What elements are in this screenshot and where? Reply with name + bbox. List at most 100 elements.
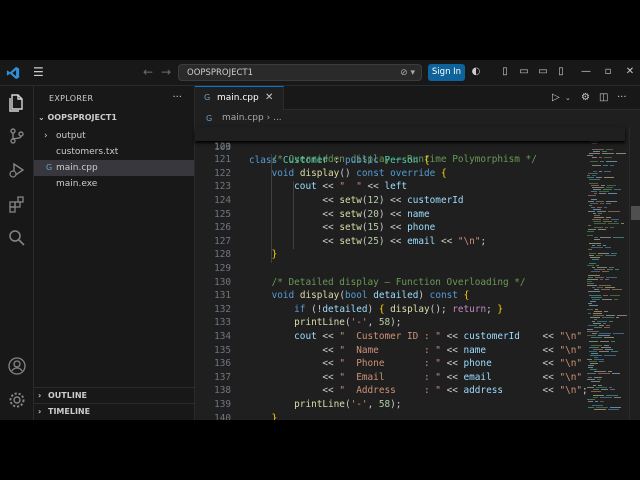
split-editor-icon[interactable]: ◫ xyxy=(599,92,608,103)
code-line: 127 << setw(25) << email << "\n"; xyxy=(195,235,580,249)
minimap-line xyxy=(590,257,600,258)
minimap-line xyxy=(587,235,593,236)
run-debug-icon[interactable] xyxy=(7,160,27,180)
scrollbar-thumb[interactable] xyxy=(631,206,640,220)
minimap-line xyxy=(594,371,606,372)
minimap[interactable] xyxy=(585,127,629,420)
toggle-sidebar-icon[interactable]: ▯ xyxy=(499,66,511,78)
code-text: << setw(15) << phone xyxy=(249,222,436,234)
minimap-line xyxy=(606,315,615,316)
minimap-line xyxy=(591,345,602,346)
minimap-line xyxy=(601,389,608,390)
minimap-line xyxy=(589,263,596,264)
minimap-line xyxy=(602,151,607,152)
minimap-line xyxy=(610,407,621,408)
run-dropdown-icon[interactable]: ⌄ xyxy=(565,94,571,102)
more-icon[interactable]: ··· xyxy=(617,92,627,103)
minimap-line xyxy=(588,195,596,196)
tree-item-output[interactable]: › output xyxy=(34,128,194,144)
minimap-line xyxy=(594,215,600,216)
maximize-icon[interactable]: ▫ xyxy=(602,66,614,78)
minimap-line xyxy=(592,149,604,150)
code-line: 134 cout << " Customer ID : " << custome… xyxy=(195,330,583,344)
minimap-line xyxy=(590,301,596,302)
tree-item-customers-txt[interactable]: customers.txt xyxy=(34,144,194,160)
minimap-line xyxy=(587,335,596,336)
source-control-icon[interactable] xyxy=(7,126,27,146)
minimap-line xyxy=(589,243,601,244)
code-line: 135 << " Name : " << name << "\n" xyxy=(195,344,582,358)
minimap-line xyxy=(603,221,612,222)
minimap-line xyxy=(599,361,604,362)
code-text: if (!detailed) { display(); return; } xyxy=(294,303,504,315)
close-tab-icon[interactable]: ✕ xyxy=(265,92,273,103)
minimap-line xyxy=(587,175,590,176)
minimap-line xyxy=(593,323,601,324)
settings-icon[interactable]: ⚙ xyxy=(581,92,590,103)
account-icon[interactable] xyxy=(7,356,27,376)
run-icon[interactable]: ▷ xyxy=(552,92,560,103)
code-text: void display() const override { xyxy=(271,167,447,179)
minimap-line xyxy=(592,321,595,322)
minimap-line xyxy=(594,223,606,224)
more-actions-icon[interactable]: ··· xyxy=(172,92,182,103)
sign-in-button[interactable]: Sign In xyxy=(428,64,465,81)
outline-label: OUTLINE xyxy=(48,391,87,400)
project-folder[interactable]: ⌄ OOPSPROJECT1 xyxy=(38,113,117,122)
line-number: 130 xyxy=(214,276,231,288)
explorer-icon[interactable] xyxy=(7,92,27,112)
code-editor[interactable]: 103 class Customer : public Person { 120… xyxy=(195,127,640,420)
settings-gear-icon[interactable] xyxy=(7,390,27,410)
minimap-line xyxy=(594,311,602,312)
toggle-panel-icon[interactable]: ▭ xyxy=(537,66,549,78)
minimap-line xyxy=(614,299,618,300)
command-center-search[interactable]: OOPSPROJECT1 ⊘ ▾ xyxy=(178,64,422,81)
minimap-line xyxy=(587,387,594,388)
minimap-line xyxy=(614,397,621,398)
breadcrumb-file[interactable]: main.cpp › ... xyxy=(222,113,282,123)
minimap-line xyxy=(607,269,613,270)
minimap-line xyxy=(613,237,624,238)
tree-item-main-cpp[interactable]: G main.cpp xyxy=(34,160,194,176)
minimap-line xyxy=(593,221,601,222)
code-text: cout << " Customer ID : " << customerId … xyxy=(294,331,583,342)
minimap-line xyxy=(589,253,596,254)
minimize-icon[interactable]: — xyxy=(580,66,592,78)
outline-section[interactable]: › OUTLINE xyxy=(34,387,194,403)
minimap-line xyxy=(602,271,609,272)
minimap-line xyxy=(597,287,603,288)
minimap-line xyxy=(592,267,595,268)
line-number: 103 xyxy=(214,141,231,153)
minimap-line xyxy=(589,347,599,348)
tree-item-main-exe[interactable]: main.exe xyxy=(34,176,194,192)
minimap-line xyxy=(610,165,614,166)
minimap-line xyxy=(592,175,596,176)
customize-layout-icon[interactable]: ▯ xyxy=(555,66,567,78)
minimap-line xyxy=(606,277,617,278)
minimap-line xyxy=(592,405,603,406)
sticky-scroll-header[interactable]: 103 class Customer : public Person { xyxy=(195,127,625,166)
code-line: 140 } xyxy=(195,412,580,420)
close-window-icon[interactable]: ✕ xyxy=(624,66,636,78)
forward-arrow-icon[interactable]: → xyxy=(161,65,171,79)
minimap-line xyxy=(587,281,592,282)
minimap-line xyxy=(608,211,620,212)
minimap-line xyxy=(606,149,613,150)
minimap-line xyxy=(608,371,612,372)
tab-main-cpp[interactable]: G main.cpp ✕ xyxy=(195,86,284,110)
vertical-scrollbar[interactable] xyxy=(629,127,640,420)
copilot-chevron-icon[interactable]: ⊘ ▾ xyxy=(400,66,415,80)
line-number: 135 xyxy=(214,344,231,356)
back-arrow-icon[interactable]: ← xyxy=(143,65,153,79)
minimap-line xyxy=(592,287,595,288)
accounts-icon[interactable]: ◐ xyxy=(470,66,482,78)
timeline-section[interactable]: › TIMELINE xyxy=(34,403,194,419)
search-icon[interactable] xyxy=(7,228,27,248)
menu-icon[interactable]: ☰ xyxy=(33,65,45,79)
minimap-line xyxy=(603,245,606,246)
minimap-line xyxy=(588,365,594,366)
minimap-line xyxy=(587,177,594,178)
extensions-icon[interactable] xyxy=(7,194,27,214)
toggle-editor-icon[interactable]: ▭ xyxy=(518,66,530,78)
minimap-line xyxy=(611,351,618,352)
